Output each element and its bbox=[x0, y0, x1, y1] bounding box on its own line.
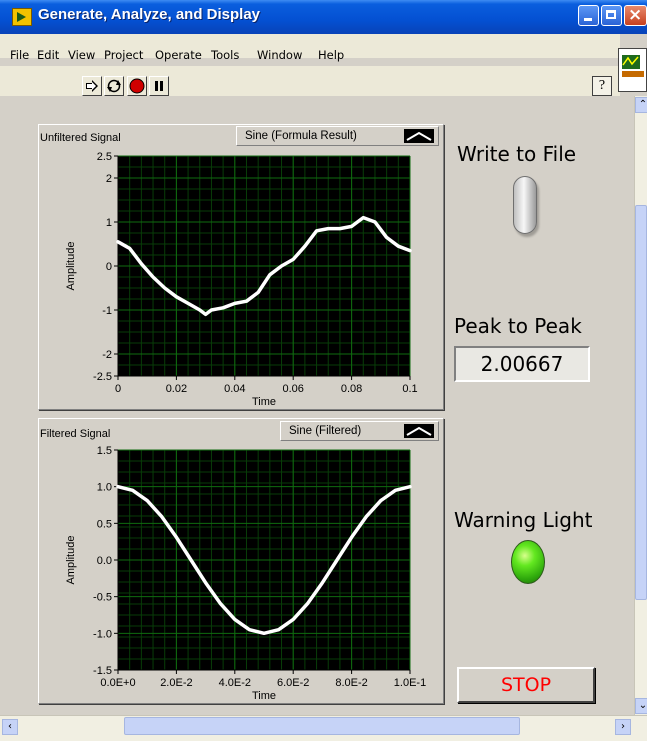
filtered-x-tick-label: 4.0E-2 bbox=[219, 677, 251, 689]
unfiltered-y-tick-label: 2.5 bbox=[97, 151, 112, 163]
filtered-y-tick-label: 0.0 bbox=[97, 555, 112, 567]
context-help-button[interactable]: ? bbox=[592, 76, 612, 96]
menu-tools[interactable]: Tools bbox=[211, 48, 239, 62]
stop-button[interactable]: STOP bbox=[457, 667, 595, 703]
pause-icon bbox=[155, 81, 163, 91]
menu-operate[interactable]: Operate bbox=[155, 48, 202, 62]
vi-icon bbox=[618, 48, 647, 92]
unfiltered-plot-legend[interactable]: Sine (Formula Result) bbox=[236, 126, 439, 146]
filtered-x-tick-label: 0.0E+0 bbox=[100, 677, 135, 689]
menu-edit[interactable]: Edit bbox=[37, 48, 59, 62]
abort-button[interactable] bbox=[127, 76, 147, 96]
filtered-y-tick-label: 1.0 bbox=[97, 482, 112, 494]
window-title: Generate, Analyze, and Display bbox=[38, 6, 261, 23]
labview-app-icon bbox=[12, 8, 32, 26]
unfiltered-x-tick-label: 0.06 bbox=[282, 383, 303, 395]
unfiltered-x-tick-label: 0.04 bbox=[224, 383, 245, 395]
close-icon: × bbox=[628, 5, 643, 25]
filtered-y-tick-label: -1.5 bbox=[93, 665, 112, 677]
unfiltered-y-tick-label: 0 bbox=[106, 261, 112, 273]
filtered-y-axis-label: Amplitude bbox=[65, 536, 77, 585]
filtered-graph-plot[interactable]: 0.0E+0 2.0E-2 4.0E-2 6.0E-2 8.0E-2 1.0E-1 1.5 1… bbox=[40, 442, 442, 702]
unfiltered-x-axis-label: Time bbox=[252, 396, 276, 408]
filtered-plot-legend[interactable]: Sine (Filtered) bbox=[280, 421, 439, 441]
minimize-button[interactable] bbox=[578, 5, 599, 26]
unfiltered-y-tick-label: 1 bbox=[106, 217, 112, 229]
scroll-left-arrow-icon[interactable]: ‹ bbox=[2, 719, 18, 735]
filtered-y-tick-label: -0.5 bbox=[93, 592, 112, 604]
unfiltered-graph-plot[interactable]: 0 0.02 0.04 0.06 0.08 0.1 2.5 2 1 0 -1 -2 -2.5 Time Am… bbox=[40, 148, 442, 408]
warning-light-led bbox=[511, 540, 545, 584]
unfiltered-x-tick-label: 0.02 bbox=[166, 383, 187, 395]
unfiltered-x-tick-label: 0 bbox=[115, 383, 121, 395]
scroll-up-arrow-icon[interactable]: ⌃ bbox=[635, 97, 647, 113]
write-to-file-toggle[interactable] bbox=[513, 176, 537, 234]
horizontal-scroll-thumb[interactable] bbox=[124, 717, 520, 735]
unfiltered-y-axis-label: Amplitude bbox=[65, 242, 77, 291]
unfiltered-y-tick-label: -1 bbox=[102, 305, 112, 317]
unfiltered-graph-title: Unfiltered Signal bbox=[40, 132, 121, 144]
write-to-file-label: Write to File bbox=[457, 142, 577, 166]
unfiltered-y-tick-label: 2 bbox=[106, 173, 112, 185]
minimize-icon bbox=[584, 18, 592, 21]
filtered-x-tick-label: 2.0E-2 bbox=[160, 677, 192, 689]
pause-button[interactable] bbox=[149, 76, 169, 96]
unfiltered-x-tick-label: 0.08 bbox=[341, 383, 362, 395]
vertical-scroll-thumb[interactable] bbox=[635, 205, 647, 600]
filtered-legend-label: Sine (Filtered) bbox=[289, 425, 362, 437]
maximize-icon bbox=[606, 10, 616, 19]
warning-light-label: Warning Light bbox=[454, 508, 593, 532]
menu-window[interactable]: Window bbox=[257, 48, 302, 62]
run-continuously-button[interactable] bbox=[104, 76, 124, 96]
run-button[interactable] bbox=[82, 76, 102, 96]
run-arrow-icon bbox=[86, 80, 98, 92]
filtered-y-tick-label: -1.0 bbox=[93, 628, 112, 640]
filtered-x-axis-label: Time bbox=[252, 690, 276, 702]
filtered-y-tick-label: 0.5 bbox=[97, 518, 112, 530]
filtered-graph-title: Filtered Signal bbox=[40, 428, 111, 440]
menu-project[interactable]: Project bbox=[104, 48, 143, 62]
menu-file[interactable]: File bbox=[10, 48, 29, 62]
maximize-button[interactable] bbox=[601, 5, 622, 26]
unfiltered-y-tick-label: -2.5 bbox=[93, 371, 112, 383]
scroll-down-arrow-icon[interactable]: ⌄ bbox=[635, 698, 647, 714]
unfiltered-y-tick-label: -2 bbox=[102, 349, 112, 361]
menu-view[interactable]: View bbox=[68, 48, 95, 62]
legend-line-icon bbox=[404, 129, 434, 143]
scroll-right-arrow-icon[interactable]: › bbox=[615, 719, 631, 735]
filtered-x-tick-label: 6.0E-2 bbox=[277, 677, 309, 689]
peak-to-peak-indicator: 2.00667 bbox=[454, 346, 590, 382]
filtered-y-tick-label: 1.5 bbox=[97, 445, 112, 457]
vi-connector-icon bbox=[622, 55, 644, 77]
close-button[interactable]: × bbox=[624, 5, 647, 26]
legend-line-icon bbox=[404, 424, 434, 438]
run-continuously-icon bbox=[107, 79, 121, 93]
unfiltered-x-tick-label: 0.1 bbox=[402, 383, 417, 395]
filtered-x-tick-label: 1.0E-1 bbox=[394, 677, 426, 689]
menu-help[interactable]: Help bbox=[318, 48, 344, 62]
abort-icon bbox=[129, 78, 145, 94]
peak-to-peak-label: Peak to Peak bbox=[454, 314, 582, 338]
filtered-x-tick-label: 8.0E-2 bbox=[335, 677, 367, 689]
unfiltered-legend-label: Sine (Formula Result) bbox=[245, 130, 357, 142]
